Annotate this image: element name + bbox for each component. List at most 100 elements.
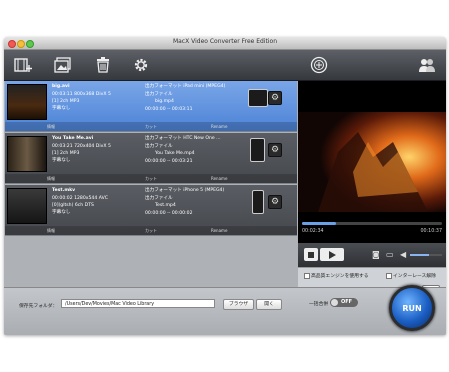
- stop-icon: [308, 251, 314, 258]
- output-format: 出力フォーマット iPad mini (MPEG4): [145, 84, 226, 89]
- file-row[interactable]: Test.mkv 00:00:02 1280x544 AVC [0](gltsh…: [5, 185, 297, 236]
- merge-state: OFF: [341, 299, 353, 305]
- file-subtitle[interactable]: 字幕なし: [52, 210, 70, 216]
- seek-progress: [302, 222, 336, 225]
- run-label: RUN: [402, 303, 422, 313]
- output-format: 出力フォーマット iPhone 5 (MPEG4): [145, 188, 225, 193]
- info-button[interactable]: 情報: [47, 226, 55, 235]
- output-settings-button[interactable]: ⚙: [268, 143, 282, 157]
- people-icon: [419, 59, 435, 72]
- volume-slider[interactable]: [410, 254, 442, 256]
- output-file-label: 出力ファイル: [145, 92, 173, 97]
- output-time-range: 00:00:00 -- 00:03:21: [145, 159, 193, 164]
- output-file-name[interactable]: big.mp4: [155, 99, 174, 105]
- file-audio-track[interactable]: [0](gltsh) 6ch DTS: [52, 203, 94, 209]
- title-bar: MacX Video Converter Free Edition: [4, 37, 446, 50]
- toggle-knob: [331, 299, 338, 306]
- add-photo-icon: [54, 57, 71, 73]
- file-name: Test.mkv: [52, 188, 76, 193]
- player-controls: ◙ ▭ ◀: [298, 243, 446, 267]
- rename-button[interactable]: Rename: [211, 174, 227, 183]
- output-format: 出力フォーマット HTC New One ...: [145, 136, 221, 141]
- file-row[interactable]: big.avi 00:03:11 800x368 DivX 5 [1] 2ch …: [5, 81, 297, 132]
- run-button[interactable]: RUN: [389, 285, 435, 331]
- output-file-label: 出力ファイル: [145, 196, 173, 201]
- folder-icon[interactable]: ▭: [386, 250, 394, 259]
- row-action-bar: 情報 カット Rename: [5, 226, 297, 235]
- gear-icon: ⚙: [270, 145, 280, 155]
- info-button[interactable]: 情報: [47, 174, 55, 183]
- gear-icon: ⚙: [270, 93, 280, 103]
- iphone-device-icon: [252, 190, 264, 214]
- output-time-range: 00:00:00 -- 00:03:11: [145, 107, 193, 112]
- file-video-info: 00:00:02 1280x544 AVC: [52, 196, 108, 201]
- file-row[interactable]: You Take Me.avi 00:03:21 720x404 DivX 5 …: [5, 133, 297, 184]
- hq-engine-label: 高品質エンジンを使用する: [311, 274, 369, 279]
- delete-button[interactable]: [92, 54, 114, 76]
- output-file-name[interactable]: Test.mp4: [155, 203, 176, 209]
- save-folder-label: 保存先フォルダ：: [19, 304, 58, 309]
- output-file-label: 出力ファイル: [145, 144, 173, 149]
- preview-video: [298, 112, 446, 212]
- rename-button[interactable]: Rename: [211, 122, 227, 131]
- info-button[interactable]: 情報: [47, 122, 55, 131]
- total-time: 00:10:37: [420, 229, 442, 234]
- merge-toggle[interactable]: OFF: [330, 298, 358, 307]
- cut-button[interactable]: カット: [145, 226, 157, 235]
- cut-button[interactable]: カット: [145, 174, 157, 183]
- add-video-icon: [14, 58, 32, 72]
- play-button[interactable]: [320, 248, 344, 261]
- file-name: big.avi: [52, 84, 70, 89]
- row-action-bar: 情報 カット Rename: [5, 122, 297, 131]
- output-time-range: 00:00:00 -- 00:00:02: [145, 211, 193, 216]
- file-subtitle[interactable]: 字幕なし: [52, 106, 70, 112]
- file-video-info: 00:03:11 800x368 DivX 5: [52, 92, 111, 97]
- file-audio-track[interactable]: [1] 2ch MP3: [52, 151, 79, 157]
- save-folder-input[interactable]: /Users/Dev/Movies/Mac Video Library: [61, 299, 215, 308]
- settings-button[interactable]: [130, 54, 152, 76]
- update-button[interactable]: [308, 54, 330, 76]
- add-photo-button[interactable]: [52, 54, 74, 76]
- app-window: MacX Video Converter Free Edition big.av…: [4, 37, 446, 335]
- merge-label: 一括合併: [309, 302, 329, 307]
- video-thumbnail: [7, 84, 47, 120]
- gear-icon: [134, 58, 148, 72]
- play-icon: [329, 250, 336, 259]
- file-subtitle[interactable]: 字幕なし: [52, 158, 70, 164]
- browse-button[interactable]: ブラウザ: [223, 299, 254, 310]
- window-title: MacX Video Converter Free Edition: [172, 38, 278, 45]
- video-thumbnail: [7, 136, 47, 172]
- current-time: 00:02:34: [302, 229, 324, 234]
- output-settings-button[interactable]: ⚙: [268, 195, 282, 209]
- seek-bar[interactable]: [302, 222, 442, 225]
- bottom-bar: 保存先フォルダ： /Users/Dev/Movies/Mac Video Lib…: [4, 285, 446, 335]
- preview-player: 00:02:34 00:10:37: [298, 81, 446, 243]
- toolbar: [4, 50, 446, 81]
- row-action-bar: 情報 カット Rename: [5, 174, 297, 183]
- file-video-info: 00:03:21 720x404 DivX 5: [52, 144, 111, 149]
- deinterlace-checkbox[interactable]: [386, 273, 392, 279]
- account-button[interactable]: [416, 54, 438, 76]
- video-thumbnail: [7, 188, 47, 224]
- ipad-device-icon: [248, 89, 268, 107]
- open-button[interactable]: 開く: [256, 299, 282, 310]
- cut-button[interactable]: カット: [145, 122, 157, 131]
- volume-icon[interactable]: ◀: [400, 250, 406, 259]
- file-audio-track[interactable]: [1] 2ch MP3: [52, 99, 79, 105]
- output-settings-button[interactable]: ⚙: [268, 91, 282, 105]
- rename-button[interactable]: Rename: [211, 226, 227, 235]
- hq-engine-checkbox[interactable]: [304, 273, 310, 279]
- update-icon: [310, 56, 328, 74]
- snapshot-icon[interactable]: ◙: [372, 250, 380, 259]
- trash-icon: [97, 57, 109, 73]
- add-video-button[interactable]: [12, 54, 34, 76]
- stop-button[interactable]: [304, 248, 318, 261]
- file-list: big.avi 00:03:11 800x368 DivX 5 [1] 2ch …: [4, 81, 298, 287]
- output-file-name[interactable]: You Take Me.mp4: [155, 151, 195, 157]
- htc-device-icon: [250, 138, 265, 162]
- deinterlace-label: インターレース解除: [393, 274, 436, 279]
- gear-icon: ⚙: [270, 197, 280, 207]
- volume-level: [410, 254, 430, 256]
- file-name: You Take Me.avi: [52, 136, 94, 141]
- video-frame: [298, 112, 446, 212]
